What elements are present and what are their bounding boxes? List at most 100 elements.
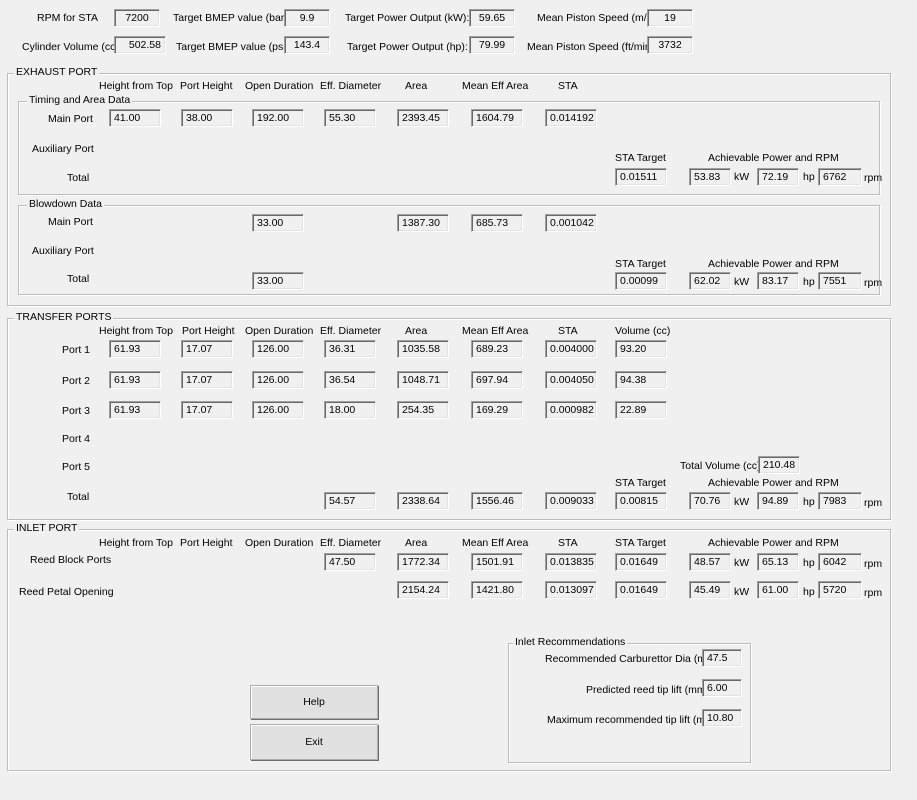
blowdown-sta-target-label: STA Target xyxy=(615,258,666,270)
exhaust-main-area[interactable]: 2393.45 xyxy=(397,109,449,127)
bmep-psi-label: Target BMEP value (psi): xyxy=(176,41,292,53)
blowdown-ach-hp-field[interactable]: 83.17 xyxy=(757,272,799,290)
unit-hp: hp xyxy=(803,171,815,183)
transfer-port-3-area[interactable]: 254.35 xyxy=(397,401,449,419)
power-hp-field[interactable]: 79.99 xyxy=(469,36,515,54)
blowdown-ach-rpm-field[interactable]: 7551 xyxy=(818,272,862,290)
transfer-port-1-port-height[interactable]: 17.07 xyxy=(181,340,233,358)
reed-petal-sta[interactable]: 0.013097 xyxy=(545,581,597,599)
reed-block-mean-eff-area[interactable]: 1501.91 xyxy=(471,553,523,571)
exhaust-sta-target-field[interactable]: 0.01511 xyxy=(615,168,667,186)
exhaust-main-port-height[interactable]: 38.00 xyxy=(181,109,233,127)
transfer-port-1-height-top[interactable]: 61.93 xyxy=(109,340,161,358)
reed-block-kw[interactable]: 48.57 xyxy=(689,553,731,571)
transfer-port-3-port-height[interactable]: 17.07 xyxy=(181,401,233,419)
exhaust-main-mean-eff-area[interactable]: 1604.79 xyxy=(471,109,523,127)
max-tip-lift-field[interactable]: 10.80 xyxy=(702,709,742,727)
transfer-sta-target-label: STA Target xyxy=(615,477,666,489)
transfer-port-1-area[interactable]: 1035.58 xyxy=(397,340,449,358)
exhaust-main-height-top[interactable]: 41.00 xyxy=(109,109,161,127)
exhaust-aux-label: Auxiliary Port xyxy=(32,143,94,155)
transfer-port-3-sta[interactable]: 0.000982 xyxy=(545,401,597,419)
blowdown-ach-kw-field[interactable]: 62.02 xyxy=(689,272,731,290)
transfer-port-3-eff-diameter[interactable]: 18.00 xyxy=(324,401,376,419)
transfer-port-2-label: Port 2 xyxy=(62,375,91,387)
transfer-total-area[interactable]: 2338.64 xyxy=(397,492,449,510)
exit-button[interactable]: Exit xyxy=(250,724,378,760)
transfer-ach-hp-field[interactable]: 94.89 xyxy=(757,492,799,510)
reed-petal-rpm[interactable]: 5720 xyxy=(818,581,862,599)
blowdown-main-area[interactable]: 1387.30 xyxy=(397,214,449,232)
piston-ms-field[interactable]: 19 xyxy=(647,9,693,27)
transfer-total-mean-eff-area[interactable]: 1556.46 xyxy=(471,492,523,510)
blowdown-main-sta[interactable]: 0.001042 xyxy=(545,214,597,232)
help-button[interactable]: Help xyxy=(250,685,378,719)
transfer-header-area: Area xyxy=(405,325,428,337)
transfer-ach-kw-field[interactable]: 70.76 xyxy=(689,492,731,510)
carb-dia-field[interactable]: 47.5 xyxy=(702,649,742,667)
reed-block-rpm[interactable]: 6042 xyxy=(818,553,862,571)
unit-kw: kW xyxy=(734,171,750,183)
power-kw-field[interactable]: 59.65 xyxy=(469,9,515,27)
rpm-field[interactable]: 7200 xyxy=(114,9,160,27)
transfer-port-1-sta[interactable]: 0.004000 xyxy=(545,340,597,358)
transfer-header-open-duration: Open Duration xyxy=(245,325,314,337)
total-volume-field[interactable]: 210.48 xyxy=(758,456,800,474)
transfer-port-1-label: Port 1 xyxy=(62,344,91,356)
transfer-port-2-area[interactable]: 1048.71 xyxy=(397,371,449,389)
transfer-port-3-open-duration[interactable]: 126.00 xyxy=(252,401,304,419)
reed-petal-hp[interactable]: 61.00 xyxy=(757,581,799,599)
reed-block-area[interactable]: 1772.34 xyxy=(397,553,449,571)
transfer-port-2-sta[interactable]: 0.004050 xyxy=(545,371,597,389)
reed-petal-mean-eff-area[interactable]: 1421.80 xyxy=(471,581,523,599)
exhaust-header-port-height: Port Height xyxy=(180,80,233,92)
inlet-header-mean-eff-area: Mean Eff Area xyxy=(462,537,529,549)
reed-petal-sta-target[interactable]: 0.01649 xyxy=(615,581,667,599)
transfer-port-3-volume[interactable]: 22.89 xyxy=(615,401,667,419)
transfer-port-3-mean-eff-area[interactable]: 169.29 xyxy=(471,401,523,419)
reed-block-hp[interactable]: 65.13 xyxy=(757,553,799,571)
transfer-port-1-volume[interactable]: 93.20 xyxy=(615,340,667,358)
transfer-port-1-open-duration[interactable]: 126.00 xyxy=(252,340,304,358)
exit-button-label: Exit xyxy=(305,736,323,748)
exhaust-main-open-duration[interactable]: 192.00 xyxy=(252,109,304,127)
transfer-total-sta[interactable]: 0.009033 xyxy=(545,492,597,510)
piston-ftmin-field[interactable]: 3732 xyxy=(647,36,693,54)
transfer-port-2-height-top[interactable]: 61.93 xyxy=(109,371,161,389)
exhaust-ach-rpm-field[interactable]: 6762 xyxy=(818,168,862,186)
blowdown-main-open-duration[interactable]: 33.00 xyxy=(252,214,304,232)
bmep-bar-field[interactable]: 9.9 xyxy=(284,9,330,27)
transfer-port-2-volume[interactable]: 94.38 xyxy=(615,371,667,389)
transfer-port-2-port-height[interactable]: 17.07 xyxy=(181,371,233,389)
inlet-header-sta: STA xyxy=(558,537,578,549)
blowdown-main-mean-eff-area[interactable]: 685.73 xyxy=(471,214,523,232)
reed-block-sta-target[interactable]: 0.01649 xyxy=(615,553,667,571)
bmep-psi-field[interactable]: 143.4 xyxy=(284,36,330,54)
blowdown-group: Blowdown Data xyxy=(18,198,880,295)
blowdown-total-open-duration[interactable]: 33.00 xyxy=(252,272,304,290)
cyl-vol-field[interactable]: 502.58 xyxy=(114,36,166,54)
reed-block-label: Reed Block Ports xyxy=(30,554,112,566)
transfer-port-1-mean-eff-area[interactable]: 689.23 xyxy=(471,340,523,358)
exhaust-main-eff-diameter[interactable]: 55.30 xyxy=(324,109,376,127)
exhaust-ach-hp-field[interactable]: 72.19 xyxy=(757,168,799,186)
reed-petal-kw[interactable]: 45.49 xyxy=(689,581,731,599)
reed-block-sta[interactable]: 0.013835 xyxy=(545,553,597,571)
reed-tip-lift-field[interactable]: 6.00 xyxy=(702,679,742,697)
transfer-port-2-mean-eff-area[interactable]: 697.94 xyxy=(471,371,523,389)
reed-block-eff-diameter[interactable]: 47.50 xyxy=(324,553,376,571)
reed-petal-area[interactable]: 2154.24 xyxy=(397,581,449,599)
transfer-total-eff-diameter[interactable]: 54.57 xyxy=(324,492,376,510)
transfer-port-1-eff-diameter[interactable]: 36.31 xyxy=(324,340,376,358)
power-kw-label: Target Power Output (kW): xyxy=(345,12,470,24)
blowdown-sta-target-field[interactable]: 0.00099 xyxy=(615,272,667,290)
exhaust-main-sta[interactable]: 0.014192 xyxy=(545,109,597,127)
exhaust-header-height-top: Height from Top xyxy=(99,80,173,92)
transfer-ach-rpm-field[interactable]: 7983 xyxy=(818,492,862,510)
exhaust-ach-kw-field[interactable]: 53.83 xyxy=(689,168,731,186)
transfer-port-3-height-top[interactable]: 61.93 xyxy=(109,401,161,419)
exhaust-sta-target-label: STA Target xyxy=(615,152,666,164)
transfer-sta-target-field[interactable]: 0.00815 xyxy=(615,492,667,510)
transfer-port-2-open-duration[interactable]: 126.00 xyxy=(252,371,304,389)
transfer-port-2-eff-diameter[interactable]: 36.54 xyxy=(324,371,376,389)
